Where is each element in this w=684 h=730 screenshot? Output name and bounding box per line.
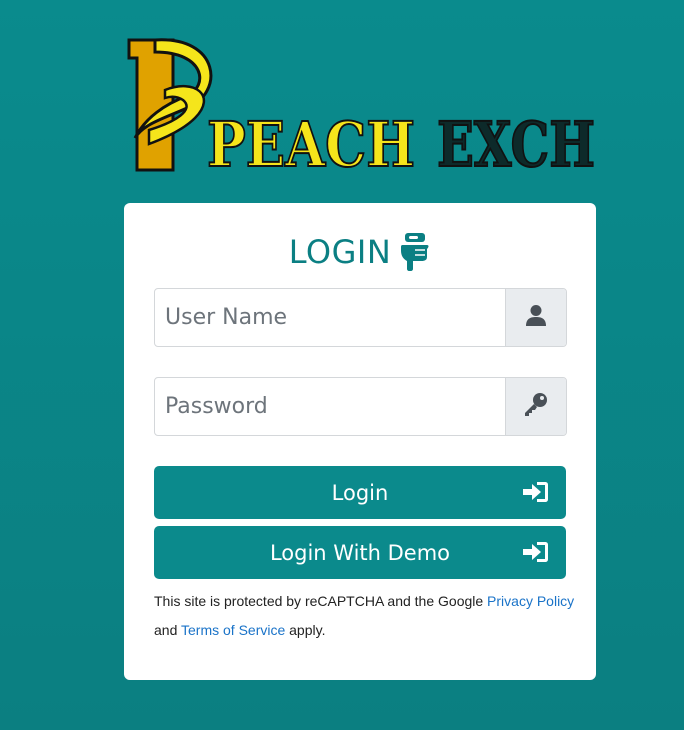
recaptcha-text-middle: and	[154, 622, 181, 638]
login-title: LOGIN	[124, 233, 596, 272]
login-card: LOGIN User Name Login Login With Demo Th…	[124, 203, 596, 680]
password-field-group	[154, 377, 567, 436]
brand-logo: PEACH EXCH	[125, 38, 597, 178]
login-button[interactable]: Login	[154, 466, 566, 519]
sign-in-icon	[523, 541, 549, 563]
username-field-group	[154, 288, 567, 347]
login-button-label: Login	[331, 480, 389, 505]
sign-in-icon	[523, 481, 549, 503]
terms-of-service-link[interactable]: Terms of Service	[181, 622, 285, 638]
recaptcha-text-before: This site is protected by reCAPTCHA and …	[154, 593, 488, 609]
password-addon	[505, 378, 566, 435]
username-addon	[505, 289, 566, 346]
recaptcha-notice: This site is protected by reCAPTCHA and …	[154, 587, 576, 645]
login-with-demo-button[interactable]: Login With Demo	[154, 526, 566, 579]
username-input[interactable]	[155, 289, 505, 346]
password-input[interactable]	[155, 378, 505, 435]
logo-word-exch: EXCH	[437, 108, 595, 178]
logo-word-peach: PEACH	[207, 108, 415, 178]
demo-button-label: Login With Demo	[269, 540, 451, 565]
hand-pointing-down-icon	[399, 233, 431, 272]
recaptcha-text-after: apply.	[285, 622, 326, 638]
brand-logo-graphic: PEACH EXCH	[127, 38, 596, 178]
key-icon	[523, 391, 549, 422]
privacy-policy-link[interactable]: Privacy Policy	[487, 593, 574, 609]
user-icon	[524, 303, 548, 332]
login-title-text: LOGIN	[288, 233, 392, 271]
